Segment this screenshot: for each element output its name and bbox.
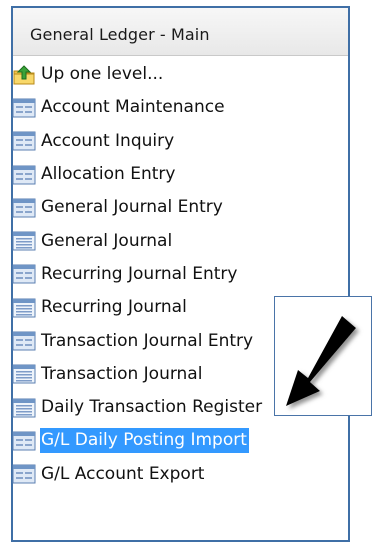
report-icon [12, 364, 36, 384]
form-icon [12, 331, 36, 351]
menu-item-label: General Journal Entry [41, 197, 223, 218]
panel-title: General Ledger - Main [30, 25, 210, 44]
menu-item-label: Account Inquiry [41, 130, 175, 151]
panel-header: General Ledger - Main [13, 8, 348, 56]
menu-item-label: Transaction Journal Entry [41, 330, 254, 351]
menu-item-up-one-level[interactable]: Up one level... [12, 58, 342, 91]
menu-item-label: Account Maintenance [41, 97, 225, 118]
menu-item-general-journal-entry[interactable]: General Journal Entry [12, 191, 342, 224]
report-icon [12, 231, 36, 251]
menu-item-account-maintenance[interactable]: Account Maintenance [12, 91, 342, 124]
form-icon [12, 264, 36, 284]
folder-up-icon [13, 64, 35, 85]
menu-item-label: General Journal [41, 230, 173, 251]
menu-item-label: Allocation Entry [41, 164, 176, 185]
menu-item-label: G/L Account Export [41, 463, 205, 484]
menu-item-allocation-entry[interactable]: Allocation Entry [12, 158, 342, 191]
menu-item-label: Transaction Journal [41, 363, 203, 384]
menu-item-label: Daily Transaction Register [41, 397, 263, 418]
form-icon [12, 131, 36, 151]
menu-item-general-journal[interactable]: General Journal [12, 224, 342, 257]
menu-item-gl-daily-posting-import[interactable]: G/L Daily Posting Import [12, 424, 342, 457]
menu-item-account-inquiry[interactable]: Account Inquiry [12, 125, 342, 158]
menu-item-label: G/L Daily Posting Import [40, 428, 249, 454]
form-icon [12, 165, 36, 185]
menu-list: Up one level... Account Maintenance Acco… [12, 58, 342, 491]
menu-item-gl-account-export[interactable]: G/L Account Export [12, 458, 342, 491]
menu-item-recurring-journal-entry[interactable]: Recurring Journal Entry [12, 258, 342, 291]
pointer-arrow-icon [286, 316, 356, 406]
report-icon [12, 298, 36, 318]
form-icon [12, 464, 36, 484]
form-icon [12, 98, 36, 118]
form-icon [12, 431, 36, 451]
menu-item-label: Recurring Journal [41, 297, 187, 318]
menu-item-label: Up one level... [41, 64, 164, 85]
report-icon [12, 398, 36, 418]
menu-item-label: Recurring Journal Entry [41, 263, 238, 284]
form-icon [12, 198, 36, 218]
